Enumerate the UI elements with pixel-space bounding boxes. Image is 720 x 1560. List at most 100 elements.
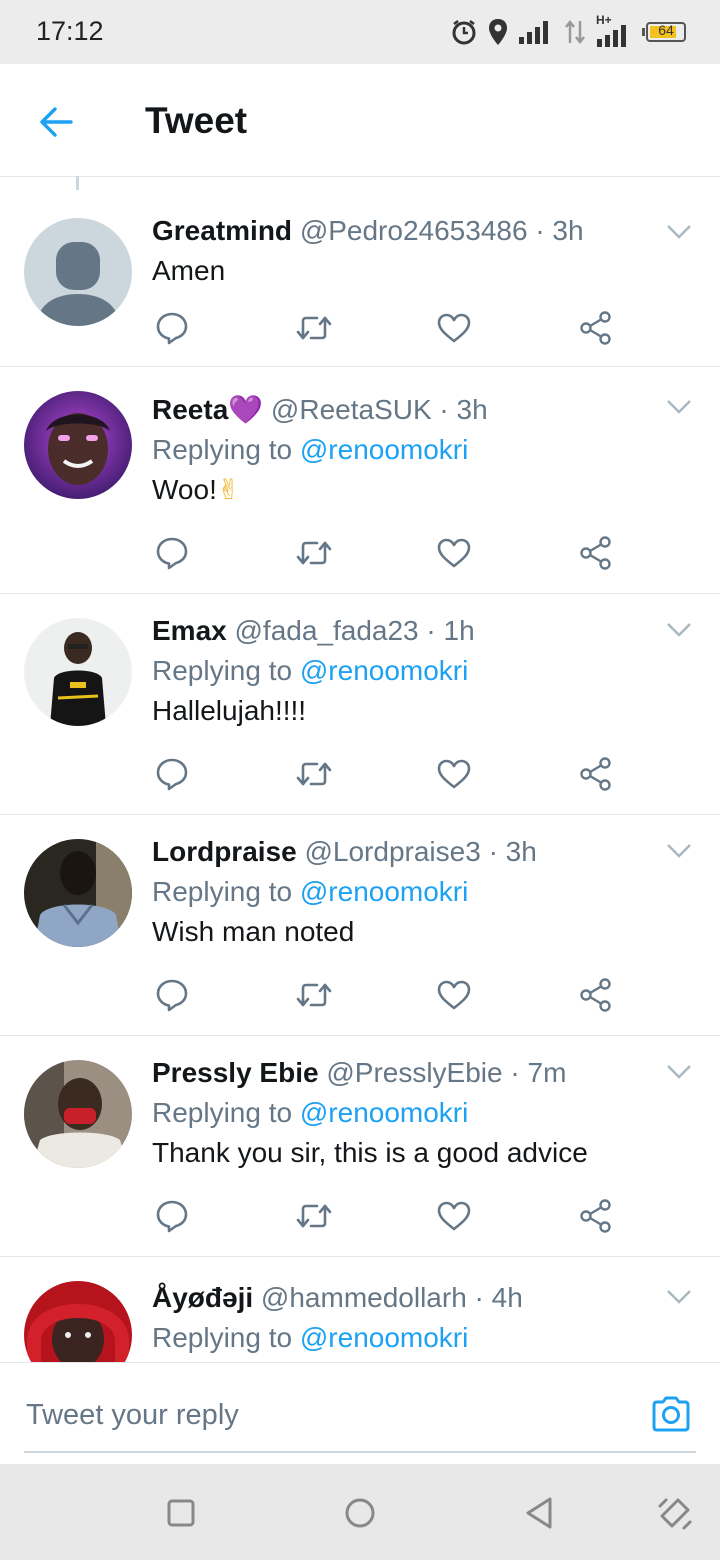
reply-composer bbox=[0, 1362, 720, 1465]
like-icon[interactable] bbox=[436, 756, 472, 792]
tweet-header: Lordpraise @Lordpraise3 · 3h bbox=[152, 835, 680, 869]
chevron-down-icon[interactable] bbox=[666, 1289, 692, 1305]
mention-link[interactable]: @renoomokri bbox=[300, 876, 468, 907]
user-name[interactable]: Åyøđəji bbox=[152, 1282, 253, 1313]
chevron-down-icon[interactable] bbox=[666, 224, 692, 240]
avatar[interactable] bbox=[24, 391, 132, 499]
signal-icon-2 bbox=[597, 25, 626, 47]
like-icon[interactable] bbox=[436, 1198, 472, 1234]
tweet-item[interactable]: Greatmind @Pedro24653486 · 3h Amen bbox=[0, 190, 720, 367]
replying-to-label: Replying to bbox=[152, 434, 300, 465]
name-emoji: 💜 bbox=[228, 394, 264, 425]
user-handle[interactable]: @Pedro24653486 bbox=[300, 215, 528, 246]
reply-icon[interactable] bbox=[154, 535, 190, 571]
tweet-item[interactable]: Emax @fada_fada23 · 1h Replying to @reno… bbox=[0, 594, 720, 815]
share-icon[interactable] bbox=[578, 1198, 614, 1234]
tweet-time: · 3h bbox=[488, 836, 537, 867]
camera-icon[interactable] bbox=[650, 1393, 692, 1435]
tweet-time: · 7m bbox=[510, 1057, 567, 1088]
retweet-icon[interactable] bbox=[296, 977, 332, 1013]
like-icon[interactable] bbox=[436, 310, 472, 346]
reply-input[interactable] bbox=[24, 1381, 628, 1449]
app-header: Tweet bbox=[0, 64, 720, 177]
avatar[interactable] bbox=[24, 1281, 132, 1363]
tweet-item[interactable]: Reeta💜 @ReetaSUK · 3h Replying to @renoo… bbox=[0, 367, 720, 594]
back-triangle-icon[interactable] bbox=[520, 1494, 558, 1532]
home-icon[interactable] bbox=[341, 1494, 379, 1532]
share-icon[interactable] bbox=[578, 756, 614, 792]
share-icon[interactable] bbox=[578, 535, 614, 571]
tweet-item[interactable]: Lordpraise @Lordpraise3 · 3h Replying to… bbox=[0, 815, 720, 1036]
replying-to-label: Replying to bbox=[152, 1322, 300, 1353]
tweet-content: Pressly Ebie @PresslyEbie · 7m Replying … bbox=[152, 1056, 680, 1170]
avatar[interactable] bbox=[24, 839, 132, 947]
back-arrow-icon[interactable] bbox=[38, 104, 74, 140]
status-bar: 17:12 H+ 64 bbox=[0, 0, 720, 64]
mention-link[interactable]: @renoomokri bbox=[300, 1097, 468, 1128]
tweet-actions bbox=[152, 310, 622, 350]
replying-to-label: Replying to bbox=[152, 1097, 300, 1128]
system-nav-bar bbox=[0, 1464, 720, 1560]
chevron-down-icon[interactable] bbox=[666, 843, 692, 859]
tweet-header: Emax @fada_fada23 · 1h bbox=[152, 614, 680, 648]
retweet-icon[interactable] bbox=[296, 535, 332, 571]
user-name[interactable]: Pressly Ebie bbox=[152, 1057, 319, 1088]
signal-icon bbox=[519, 21, 548, 44]
mention-link[interactable]: @renoomokri bbox=[300, 1322, 468, 1353]
tweet-header: Greatmind @Pedro24653486 · 3h bbox=[152, 214, 680, 248]
reply-icon[interactable] bbox=[154, 310, 190, 346]
avatar[interactable] bbox=[24, 618, 132, 726]
user-handle[interactable]: @fada_fada23 bbox=[235, 615, 419, 646]
retweet-icon[interactable] bbox=[296, 1198, 332, 1234]
tweet-actions bbox=[152, 756, 622, 796]
recent-apps-icon[interactable] bbox=[162, 1494, 200, 1532]
user-handle[interactable]: @hammedollarh bbox=[261, 1282, 467, 1313]
rotate-screen-icon[interactable] bbox=[656, 1494, 694, 1532]
replying-to: Replying to @renoomokri bbox=[152, 1096, 680, 1130]
tweet-time: · 1h bbox=[426, 615, 475, 646]
reply-icon[interactable] bbox=[154, 756, 190, 792]
status-icons: H+ 64 bbox=[450, 13, 686, 50]
avatar[interactable] bbox=[24, 218, 132, 326]
chevron-down-icon[interactable] bbox=[666, 1064, 692, 1080]
alarm-icon bbox=[452, 20, 476, 45]
share-icon[interactable] bbox=[578, 310, 614, 346]
tweet-time: · 3h bbox=[535, 215, 584, 246]
retweet-icon[interactable] bbox=[296, 310, 332, 346]
chevron-down-icon[interactable] bbox=[666, 622, 692, 638]
retweet-icon[interactable] bbox=[296, 756, 332, 792]
user-name[interactable]: Reeta bbox=[152, 394, 228, 425]
user-handle[interactable]: @PresslyEbie bbox=[326, 1057, 502, 1088]
user-handle[interactable]: @Lordpraise3 bbox=[304, 836, 480, 867]
tweet-item[interactable]: Pressly Ebie @PresslyEbie · 7m Replying … bbox=[0, 1036, 720, 1257]
replying-to-label: Replying to bbox=[152, 876, 300, 907]
tweet-text: Amen bbox=[152, 255, 226, 286]
user-name[interactable]: Lordpraise bbox=[152, 836, 297, 867]
mention-link[interactable]: @renoomokri bbox=[300, 434, 468, 465]
page-title: Tweet bbox=[145, 100, 248, 141]
user-name[interactable]: Emax bbox=[152, 615, 227, 646]
tweet-time: · 3h bbox=[439, 394, 488, 425]
replying-to: Replying to @renoomokri bbox=[152, 433, 680, 467]
user-name[interactable]: Greatmind bbox=[152, 215, 292, 246]
like-icon[interactable] bbox=[436, 977, 472, 1013]
tweet-item[interactable]: Åyøđəji @hammedollarh · 4h Replying to @… bbox=[0, 1257, 720, 1363]
share-icon[interactable] bbox=[578, 977, 614, 1013]
mention-link[interactable]: @renoomokri bbox=[300, 655, 468, 686]
victory-hand-emoji: ✌ bbox=[216, 474, 241, 505]
tweet-content: Reeta💜 @ReetaSUK · 3h Replying to @renoo… bbox=[152, 393, 680, 507]
user-handle[interactable]: @ReetaSUK bbox=[271, 394, 432, 425]
input-underline bbox=[24, 1451, 696, 1453]
reply-icon[interactable] bbox=[154, 977, 190, 1013]
replying-to: Replying to @renoomokri bbox=[152, 654, 680, 688]
replying-to-label: Replying to bbox=[152, 655, 300, 686]
like-icon[interactable] bbox=[436, 535, 472, 571]
tweet-actions bbox=[152, 1198, 622, 1238]
reply-icon[interactable] bbox=[154, 1198, 190, 1234]
tweet-text: Woo!✌ bbox=[152, 473, 680, 507]
avatar[interactable] bbox=[24, 1060, 132, 1168]
tweet-content: Lordpraise @Lordpraise3 · 3h Replying to… bbox=[152, 835, 680, 949]
chevron-down-icon[interactable] bbox=[666, 399, 692, 415]
tweet-header: Reeta💜 @ReetaSUK · 3h bbox=[152, 393, 680, 427]
tweet-time: · 4h bbox=[474, 1282, 523, 1313]
